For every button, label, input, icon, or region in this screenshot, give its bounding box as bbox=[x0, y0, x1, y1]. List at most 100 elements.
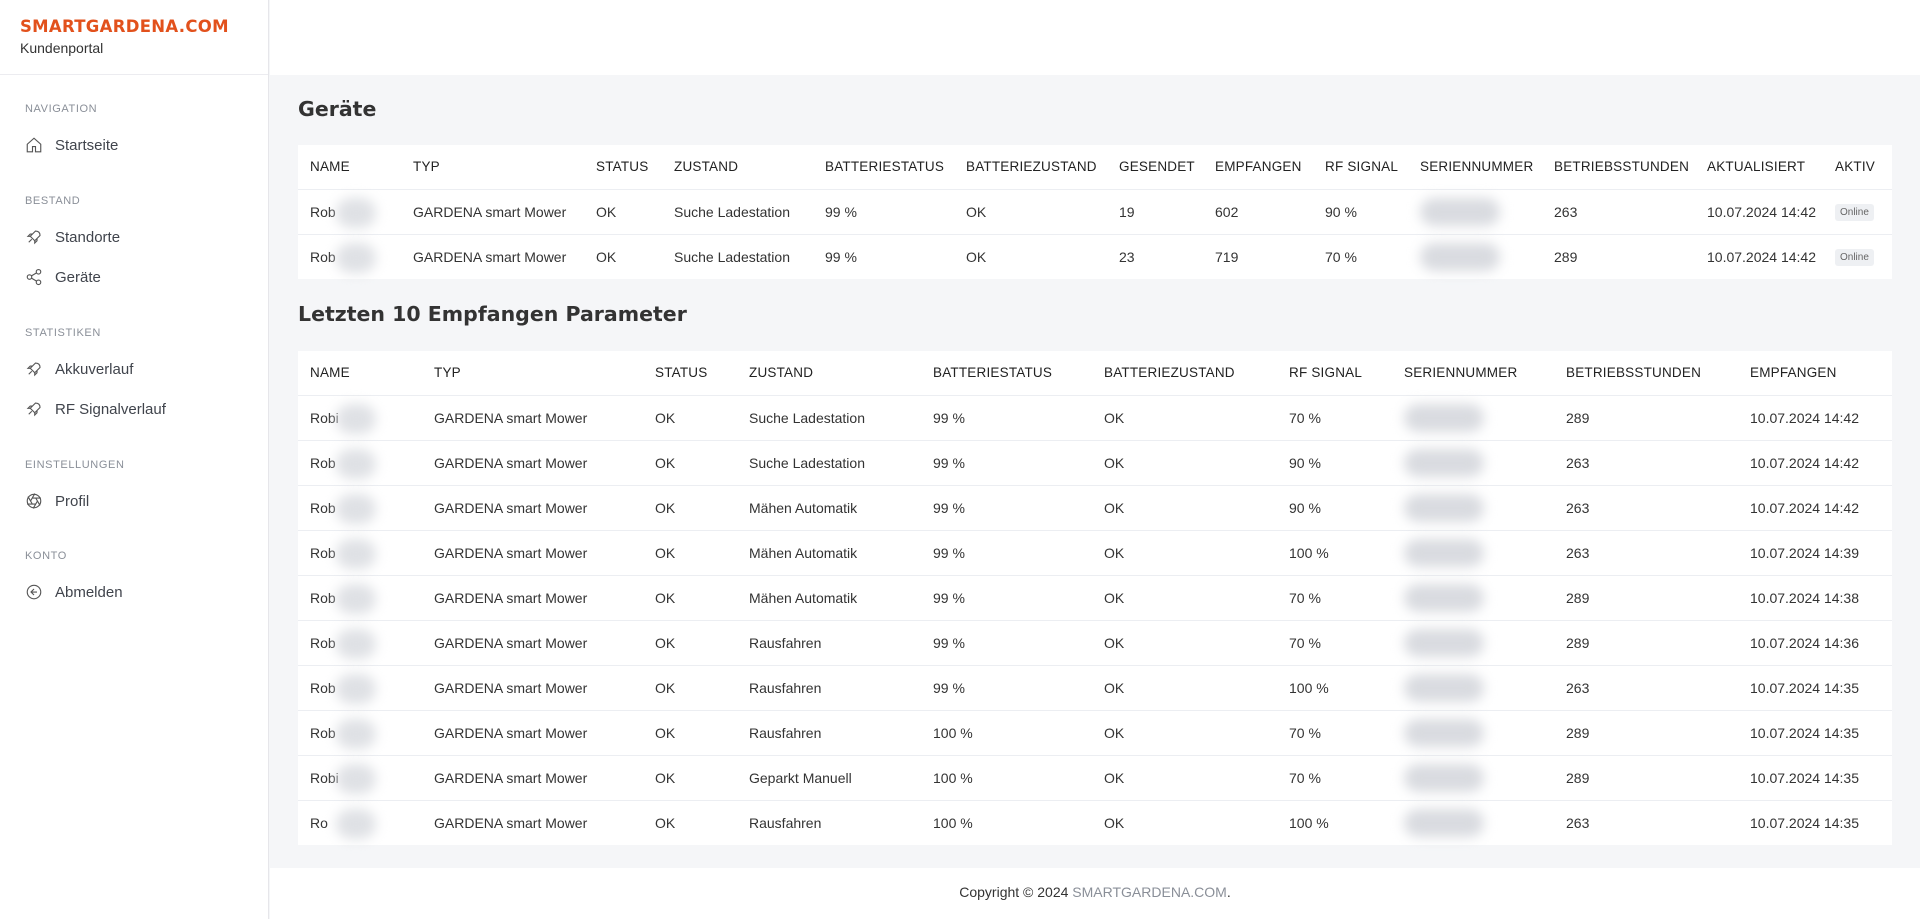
sidebar-item-startseite[interactable]: Startseite bbox=[25, 136, 118, 154]
table-cell: OK bbox=[643, 484, 737, 530]
redacted-serial bbox=[1404, 808, 1484, 837]
device-name: Rob bbox=[310, 634, 336, 651]
redacted-blur bbox=[336, 403, 376, 434]
device-name: Rob bbox=[310, 724, 336, 741]
redacted-serial bbox=[1420, 242, 1500, 271]
redacted-serial bbox=[1404, 493, 1484, 522]
sidebar-item-profil[interactable]: Profil bbox=[25, 492, 89, 510]
params-title: Letzten 10 Empfangen Parameter bbox=[298, 302, 687, 326]
table-cell: 10.07.2024 14:42 bbox=[1738, 484, 1892, 530]
name-cell: Robi bbox=[298, 394, 422, 440]
column-header: BATTERIESTATUS bbox=[933, 365, 1053, 381]
table-cell: 263 bbox=[1542, 188, 1695, 234]
status-badge: Online bbox=[1835, 249, 1874, 267]
table-cell: 70 % bbox=[1277, 394, 1392, 440]
redacted-blur bbox=[336, 538, 376, 569]
device-name: Rob bbox=[310, 589, 336, 606]
share-icon bbox=[25, 268, 43, 286]
sidebar-item-abmelden[interactable]: Abmelden bbox=[25, 583, 123, 601]
footer-suffix: . bbox=[1226, 884, 1231, 900]
table-cell: OK bbox=[954, 233, 1107, 279]
redacted-blur bbox=[336, 628, 376, 659]
table-cell: Rausfahren bbox=[737, 619, 921, 665]
sidebar-item-rf-signalverlauf[interactable]: RF Signalverlauf bbox=[25, 400, 166, 418]
sidebar-item-akkuverlauf[interactable]: Akkuverlauf bbox=[25, 360, 133, 378]
table-row[interactable]: Rob GARDENA smart Mower OK Rausfahren 99 % OK… bbox=[298, 664, 1892, 710]
table-row[interactable]: Ro GARDENA smart Mower OK Rausfahren 100 % OK… bbox=[298, 799, 1892, 845]
device-name: Rob bbox=[310, 679, 336, 696]
table-row[interactable]: Rob GARDENA smart Mower OK Suche Ladestatio… bbox=[298, 188, 1892, 234]
footer-link[interactable]: SMARTGARDENA.COM bbox=[1072, 884, 1227, 900]
column-header: AKTIV bbox=[1835, 159, 1876, 175]
name-cell: Rob bbox=[298, 439, 422, 485]
redacted-serial bbox=[1404, 538, 1484, 567]
name-cell: Rob bbox=[298, 484, 422, 530]
table-cell: GARDENA smart Mower bbox=[422, 619, 643, 665]
table-row[interactable]: Rob GARDENA smart Mower OK Suche Ladestatio… bbox=[298, 233, 1892, 279]
table-cell: GARDENA smart Mower bbox=[422, 709, 643, 755]
table-cell: GARDENA smart Mower bbox=[422, 664, 643, 710]
table-row[interactable]: Robi GARDENA smart Mower OK Geparkt Manuell… bbox=[298, 754, 1892, 800]
brand-logo-text[interactable]: SMARTGARDENA.COM bbox=[20, 17, 268, 36]
serial-cell bbox=[1408, 233, 1542, 279]
column-header: SERIENNUMMER bbox=[1420, 159, 1534, 175]
table-row[interactable]: Rob GARDENA smart Mower OK Rausfahren 99 % OK… bbox=[298, 619, 1892, 665]
redacted-serial bbox=[1404, 763, 1484, 792]
device-name: Rob bbox=[310, 544, 336, 561]
column-header: NAME bbox=[310, 365, 350, 381]
serial-cell bbox=[1408, 188, 1542, 234]
table-row[interactable]: Rob GARDENA smart Mower OK Mähen Automatik 9… bbox=[298, 529, 1892, 575]
table-cell: OK bbox=[1092, 439, 1277, 485]
name-cell: Rob bbox=[298, 664, 422, 710]
serial-cell bbox=[1392, 709, 1554, 755]
table-row[interactable]: Rob GARDENA smart Mower OK Mähen Automatik 9… bbox=[298, 574, 1892, 620]
table-cell: 99 % bbox=[921, 394, 1092, 440]
table-cell: 70 % bbox=[1277, 754, 1392, 800]
column-header: BATTERIEZUSTAND bbox=[1104, 365, 1235, 381]
table-cell: Suche Ladestation bbox=[662, 188, 813, 234]
table-cell: Rausfahren bbox=[737, 799, 921, 845]
nav-section-einstellungen: EINSTELLUNGEN bbox=[25, 459, 125, 471]
table-cell: 19 bbox=[1107, 188, 1203, 234]
table-row[interactable]: Rob GARDENA smart Mower OK Mähen Automatik 9… bbox=[298, 484, 1892, 530]
logout-icon bbox=[25, 583, 43, 601]
active-cell: Online bbox=[1823, 233, 1892, 279]
sidebar-item-label: Abmelden bbox=[55, 583, 123, 601]
table-cell: GARDENA smart Mower bbox=[422, 484, 643, 530]
table-cell: Suche Ladestation bbox=[662, 233, 813, 279]
table-cell: OK bbox=[1092, 529, 1277, 575]
table-cell: 100 % bbox=[921, 754, 1092, 800]
serial-cell bbox=[1392, 574, 1554, 620]
serial-cell bbox=[1392, 484, 1554, 530]
table-row[interactable]: Robi GARDENA smart Mower OK Suche Ladestati… bbox=[298, 394, 1892, 440]
table-cell: 289 bbox=[1554, 709, 1738, 755]
table-row[interactable]: Rob GARDENA smart Mower OK Rausfahren 100 % O… bbox=[298, 709, 1892, 755]
name-cell: Rob bbox=[298, 233, 401, 279]
table-cell: 10.07.2024 14:42 bbox=[1738, 394, 1892, 440]
device-name: Rob bbox=[310, 203, 336, 220]
nav-section-statistiken: STATISTIKEN bbox=[25, 327, 101, 339]
column-header: ZUSTAND bbox=[674, 159, 739, 175]
column-header: EMPFANGEN bbox=[1215, 159, 1302, 175]
sidebar-item-standorte[interactable]: Standorte bbox=[25, 228, 120, 246]
serial-cell bbox=[1392, 619, 1554, 665]
devices-table-card: NAME TYP STATUS ZUSTAND BATTERIESTATUS BATTER… bbox=[298, 145, 1892, 279]
table-cell: 99 % bbox=[921, 484, 1092, 530]
sidebar-item-geraete[interactable]: Geräte bbox=[25, 268, 101, 286]
table-cell: OK bbox=[643, 754, 737, 800]
table-cell: GARDENA smart Mower bbox=[422, 529, 643, 575]
serial-cell bbox=[1392, 799, 1554, 845]
table-cell: OK bbox=[643, 799, 737, 845]
table-cell: 23 bbox=[1107, 233, 1203, 279]
table-cell: 70 % bbox=[1277, 574, 1392, 620]
table-cell: Mähen Automatik bbox=[737, 484, 921, 530]
table-cell: OK bbox=[643, 439, 737, 485]
redacted-serial bbox=[1404, 403, 1484, 432]
table-cell: 100 % bbox=[921, 709, 1092, 755]
redacted-serial bbox=[1404, 718, 1484, 747]
table-cell: 70 % bbox=[1277, 709, 1392, 755]
column-header: TYP bbox=[434, 365, 461, 381]
redacted-serial bbox=[1404, 448, 1484, 477]
table-row[interactable]: Rob GARDENA smart Mower OK Suche Ladestatio… bbox=[298, 439, 1892, 485]
table-cell: 289 bbox=[1554, 574, 1738, 620]
